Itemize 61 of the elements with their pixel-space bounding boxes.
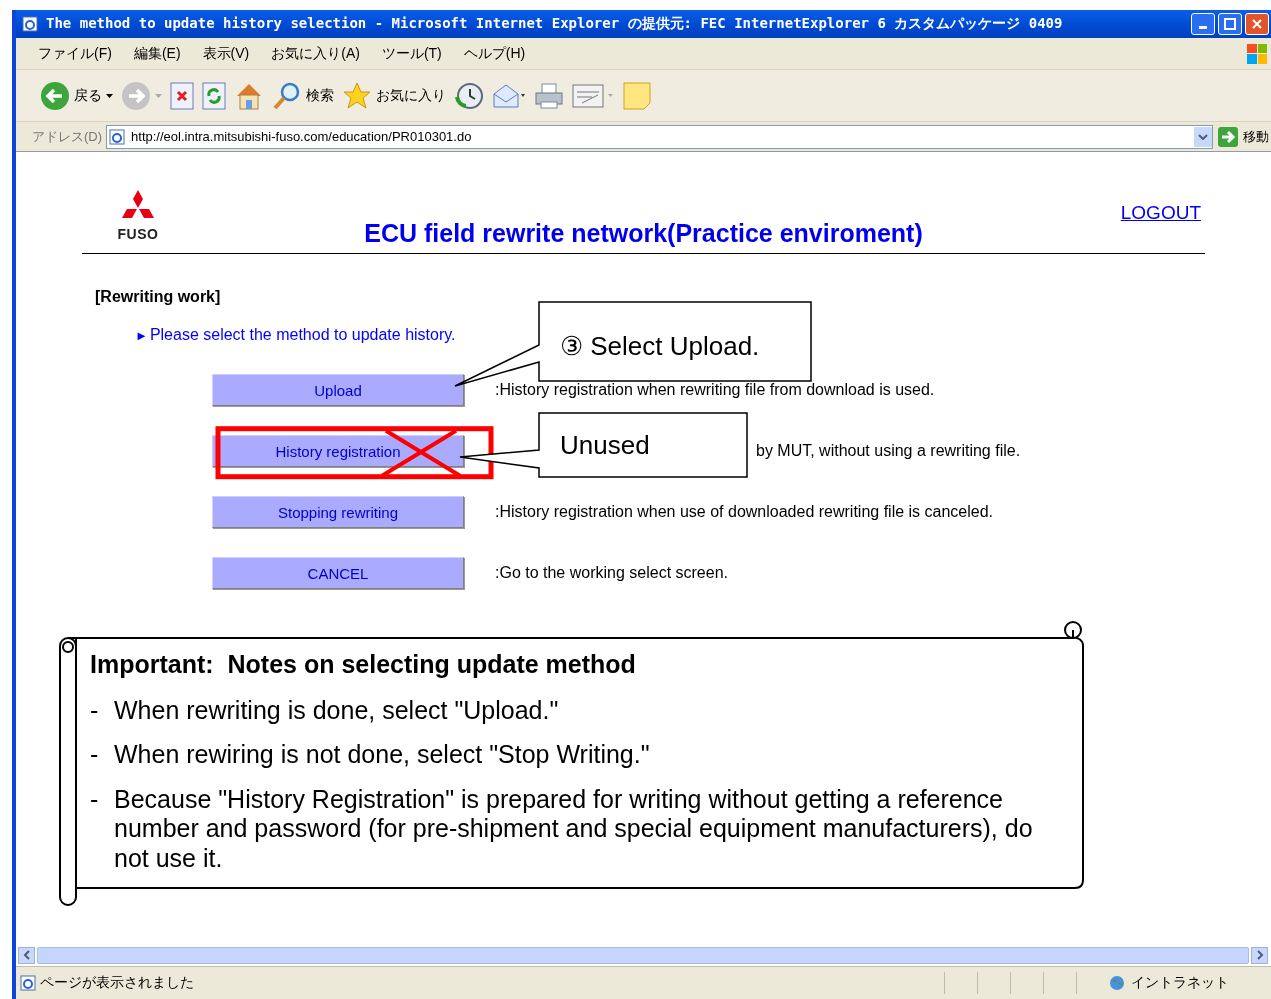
browser-icon	[22, 16, 38, 32]
option-button[interactable]: History registration	[212, 435, 464, 467]
address-label: アドレス(D)	[32, 127, 103, 146]
toolbar-label[interactable]: 戻る	[74, 86, 102, 105]
callout-text: ③ Select Upload.	[560, 331, 760, 361]
close-button[interactable]	[1245, 13, 1269, 35]
menu-item[interactable]: お気に入り(A)	[271, 44, 360, 63]
logout-link[interactable]: LOGOUT	[1120, 202, 1201, 223]
option-button[interactable]: Stopping rewriting	[212, 496, 464, 528]
option-description: :History registration when use of downloaded rewriting file is canceled.	[495, 503, 994, 521]
status-text: ページが表示されました	[40, 974, 195, 992]
maximize-icon	[1224, 18, 1236, 30]
note-text: When rewriting is done, select "Upload."	[114, 695, 560, 725]
clock-icon[interactable]	[454, 80, 484, 111]
printer-icon[interactable]	[534, 81, 564, 110]
instruction-text: Please select the method to update history.	[149, 326, 456, 345]
callout-text: Unused	[560, 430, 650, 460]
option-button[interactable]: CANCEL	[212, 557, 464, 589]
logo: FUSO	[109, 189, 167, 241]
dropdown-arrow-icon[interactable]	[106, 93, 113, 98]
minimize-icon	[1199, 26, 1207, 29]
minimize-button[interactable]	[1191, 13, 1215, 35]
menu-item[interactable]: ツール(T)	[381, 44, 442, 63]
refresh-icon[interactable]	[202, 81, 226, 110]
horizontal-scrollbar[interactable]	[16, 944, 1271, 966]
menu-item[interactable]: 表示(V)	[202, 44, 250, 63]
note-title: Important: Notes on selecting update method	[90, 650, 636, 680]
menu-item[interactable]: 編集(E)	[133, 44, 181, 63]
edit-icon[interactable]	[572, 82, 614, 109]
windows-logo-icon	[1247, 43, 1267, 64]
section-title: [Rewriting work]	[95, 288, 221, 306]
toolbar-label[interactable]: 検索	[306, 86, 334, 105]
close-icon	[1252, 19, 1262, 29]
note-text: Because "History Registration" is prepared for writing without getting a reference number and password (for pre-shipment and special equipment manufacturers), do not use it.	[114, 784, 1034, 873]
maximize-button[interactable]	[1218, 13, 1242, 35]
address-field[interactable]: http://eol.intra.mitsubishi-fuso.com/education/PR010301.do	[106, 124, 1213, 149]
bullet-dash: -	[90, 695, 100, 725]
scroll-right-button[interactable]	[1251, 946, 1268, 964]
page-icon	[109, 128, 126, 145]
option-description: by MUT, without using a rewriting file.	[756, 442, 1021, 460]
scroll-thumb[interactable]	[37, 946, 1249, 964]
menu-item[interactable]: ヘルプ(H)	[463, 44, 526, 63]
option-description: :Go to the working select screen.	[495, 564, 728, 582]
note-text: When rewiring is not done, select "Stop Writing."	[114, 740, 651, 770]
page-heading: ECU field rewrite network(Practice enviroment)	[364, 219, 923, 248]
page-icon	[20, 975, 36, 991]
menu-item[interactable]: ファイル(F)	[38, 44, 112, 63]
search-icon[interactable]	[272, 80, 302, 111]
scroll-left-button[interactable]	[18, 946, 35, 964]
triangle-icon: ►	[135, 326, 148, 346]
stop-icon[interactable]	[170, 81, 194, 110]
toolbar-label[interactable]: お気に入り	[376, 86, 446, 105]
go-button[interactable]: 移動	[1243, 127, 1271, 146]
globe-icon	[1109, 975, 1127, 991]
window-title: The method to update history selection - Microsoft Internet Explorer の提供元: FEC InternetExplorer 6 カスタムパッケージ 0409	[46, 15, 1063, 33]
star-icon[interactable]	[342, 80, 372, 111]
option-button[interactable]: Upload	[212, 374, 464, 406]
bullet-dash: -	[90, 740, 100, 770]
bullet-dash: -	[90, 784, 100, 815]
option-description: :History registration when rewriting file from download is used.	[495, 381, 935, 399]
zone-text: イントラネット	[1131, 974, 1230, 992]
